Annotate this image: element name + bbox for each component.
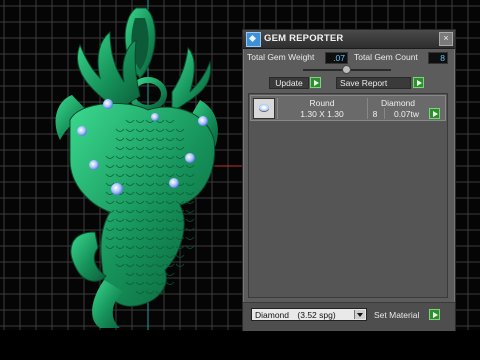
gem-dot [151, 113, 159, 121]
column-header-shape: Round [309, 98, 335, 108]
slider-knob[interactable] [342, 65, 351, 74]
gem-list: Round 1.30 X 1.30 Diamond 8 0.07tw [248, 93, 448, 298]
gem-weight-cell: 0.07tw [393, 109, 420, 119]
set-material-play-icon[interactable] [429, 309, 440, 320]
gem-dot [111, 183, 123, 195]
save-report-button[interactable]: Save Report [336, 77, 411, 89]
material-select[interactable]: Diamond (3.52 spg) [251, 308, 367, 321]
column-header-stone: Diamond [380, 98, 416, 108]
gem-size-cell: 1.30 X 1.30 [300, 109, 344, 119]
panel-title: GEM REPORTER [264, 33, 344, 44]
dragon-pendant-model[interactable] [0, 0, 242, 330]
total-gem-weight-value: .07 [325, 52, 348, 64]
gem-reporter-panel: GEM REPORTER × Total Gem Weight .07 Tota… [242, 29, 456, 331]
update-play-icon[interactable] [310, 77, 321, 88]
gem-dot [169, 178, 179, 188]
total-gem-count-value: 8 [428, 52, 448, 64]
close-button[interactable]: × [439, 32, 453, 46]
chevron-down-icon[interactable] [354, 310, 365, 319]
material-bar: Diamond (3.52 spg) Set Material [243, 302, 455, 331]
update-button[interactable]: Update [269, 77, 309, 89]
viewport-bottom-strip [0, 330, 480, 360]
total-gem-weight-label: Total Gem Weight [247, 52, 315, 62]
dragon-right-wing [171, 46, 212, 113]
round-gem-icon [253, 98, 275, 119]
set-material-button[interactable]: Set Material [374, 310, 419, 320]
gem-row-play-icon[interactable] [429, 108, 440, 119]
gem-dot [198, 116, 208, 126]
gem-list-row[interactable]: Round 1.30 X 1.30 Diamond 8 0.07tw [250, 95, 446, 121]
material-name: Diamond [255, 310, 290, 320]
total-gem-count-label: Total Gem Count [354, 52, 418, 62]
gem-dot [103, 99, 113, 109]
panel-titlebar[interactable]: GEM REPORTER × [243, 30, 455, 49]
gem-count-cell: 8 [372, 109, 378, 119]
material-density: (3.52 spg) [297, 310, 336, 320]
gem-dot [89, 160, 99, 170]
save-report-play-icon[interactable] [413, 77, 424, 88]
gem-dot [185, 153, 195, 163]
gem-dot [77, 126, 87, 136]
gem-reporter-app-icon [246, 32, 261, 47]
